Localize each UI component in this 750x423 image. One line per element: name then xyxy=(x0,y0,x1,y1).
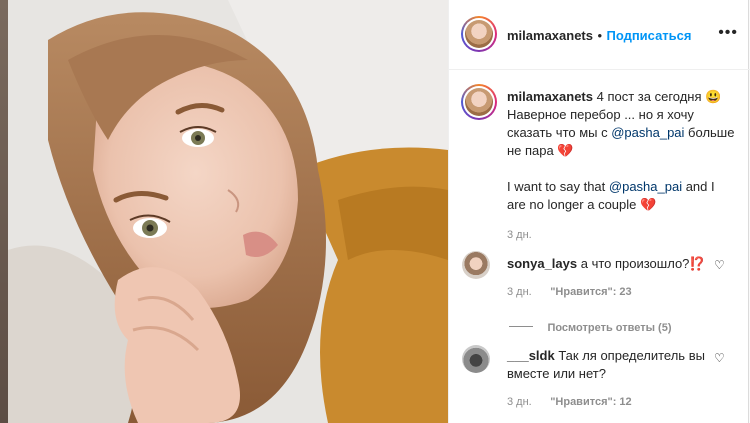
author-avatar-image xyxy=(465,20,493,48)
comment-2-text-line-2: вместе или нет? xyxy=(507,366,606,381)
caption-line-5-start: I want to say that xyxy=(507,179,609,194)
like-heart-icon-2[interactable]: ♡ xyxy=(714,351,725,365)
replies-divider xyxy=(509,326,533,328)
comment-2-meta: 3 дн. "Нравится": 12 xyxy=(507,392,632,410)
separator-dot: • xyxy=(597,28,603,43)
more-horizontal-icon[interactable]: ••• xyxy=(718,24,738,42)
caption-author-avatar[interactable] xyxy=(461,84,497,120)
comment-author[interactable]: sonya_lays xyxy=(507,256,577,271)
post-photo-image xyxy=(8,0,448,423)
caption-line-2: Наверное перебор ... но я хочу xyxy=(507,107,694,122)
caption-line-4: не пара 💔 xyxy=(507,143,574,158)
comment-time-2[interactable]: 3 дн. xyxy=(507,396,532,408)
caption-line-3-end: больше xyxy=(684,125,735,140)
post-photo[interactable] xyxy=(8,0,448,423)
comment-author-2[interactable]: ___sldk xyxy=(507,348,555,363)
comment-text: а что произошло?⁉️ xyxy=(577,256,706,271)
comment-1: sonya_lays а что произошло?⁉️ xyxy=(507,255,706,273)
comment-likes[interactable]: "Нравится": 23 xyxy=(550,286,631,298)
mention-link[interactable]: @pasha_pai xyxy=(611,125,684,140)
caption-time[interactable]: 3 дн. xyxy=(507,226,743,244)
comment-1-meta: 3 дн. "Нравится": 23 xyxy=(507,282,632,300)
comment-time[interactable]: 3 дн. xyxy=(507,286,532,298)
caption-author-username[interactable]: milamaxanets xyxy=(507,89,593,104)
caption-line-1: 4 пост за сегодня 😃 xyxy=(593,89,722,104)
view-replies-button[interactable]: Посмотреть ответы (5) xyxy=(547,322,671,334)
view-replies-row[interactable]: Посмотреть ответы (5) xyxy=(509,318,671,336)
caption-avatar-image xyxy=(465,88,493,116)
comment-likes-2[interactable]: "Нравится": 12 xyxy=(550,396,631,408)
post-header: milamaxanets • Подписаться ••• xyxy=(449,0,750,70)
post-modal: milamaxanets • Подписаться ••• milamaxan… xyxy=(0,0,750,423)
post-side-panel: milamaxanets • Подписаться ••• milamaxan… xyxy=(448,0,750,423)
author-avatar[interactable] xyxy=(461,16,497,52)
comment-2-text-line-1: Так ля определитель вы xyxy=(554,348,705,363)
background-strip xyxy=(0,0,8,423)
post-caption: milamaxanets 4 пост за сегодня 😃 Наверно… xyxy=(507,88,743,244)
caption-line-3-start: сказать что мы с xyxy=(507,125,612,140)
comment-2: ___sldk Так ля определитель вы вместе ил… xyxy=(507,347,727,383)
like-heart-icon[interactable]: ♡ xyxy=(714,258,725,272)
follow-button[interactable]: Подписаться xyxy=(606,28,691,43)
mention-link-2[interactable]: @pasha_pai xyxy=(609,179,682,194)
comment-avatar[interactable] xyxy=(462,251,490,279)
caption-line-6: are no longer a couple 💔 xyxy=(507,197,657,212)
caption-line-5-end: and I xyxy=(682,179,715,194)
comment-avatar-2[interactable] xyxy=(462,345,490,373)
author-username[interactable]: milamaxanets xyxy=(507,28,593,43)
